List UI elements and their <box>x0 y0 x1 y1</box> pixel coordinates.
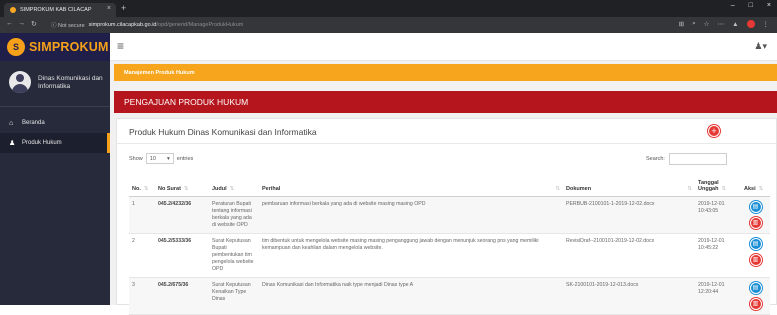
tab-close-icon[interactable]: × <box>107 5 111 12</box>
translate-icon[interactable]: ⊞ <box>679 20 684 28</box>
favicon-icon <box>10 7 16 13</box>
cell-no-surat: 045.2/5333/36 <box>155 233 209 278</box>
minimize-icon[interactable]: – <box>731 2 735 9</box>
extension-icon[interactable]: ⋯ <box>718 20 725 28</box>
product-panel: Produk Hukum Dinas Komunikasi dan Inform… <box>116 118 777 315</box>
table-row: 3 045.2/675/36 Surat Keputusan Kenaikan … <box>129 277 770 315</box>
search-label: Search: <box>646 156 665 162</box>
search-control: Search: <box>646 153 727 165</box>
chevron-down-icon: ▾ <box>167 155 170 162</box>
breadcrumb: Manajemen Produk Hukum <box>114 64 777 81</box>
bookmark-star-icon[interactable]: ☆ <box>704 20 710 28</box>
divider <box>117 143 776 144</box>
sidebar-profile: Dinas Komunikasi dan Informatika <box>0 61 110 107</box>
cell-no-surat: 045.2/4232/36 <box>155 196 209 234</box>
cell-perihal: pembaruan informasi berkala yang ada di … <box>259 196 563 234</box>
view-document-icon[interactable]: ▤ <box>749 282 762 294</box>
column-header-dokumen[interactable]: Dokumen ⇅ <box>563 176 695 197</box>
cell-dokumen: SK-2100101-2019-12-013.docx <box>563 277 695 315</box>
sidebar: Dinas Komunikasi dan Informatika ⌂ Beran… <box>0 61 110 305</box>
profile-icon[interactable] <box>746 20 755 28</box>
entries-value: 10 <box>149 155 156 162</box>
entries-select[interactable]: 10 ▾ <box>145 153 174 164</box>
tab-strip: SIMPROKUM KAB CILACAP × + – □ × <box>0 0 777 17</box>
cell-dokumen: RevisiDraf--2100101-2019-12-02.docx <box>563 233 695 278</box>
cell-tanggal: 2019-12-01 12:20:44 <box>695 277 741 315</box>
menu-dots-icon[interactable]: ⋮ <box>763 20 770 28</box>
reload-icon[interactable]: ↻ <box>31 20 37 28</box>
sidebar-item-produk-hukum[interactable]: ♟ Produk Hukum <box>0 133 110 153</box>
cell-aksi: ▤ ▥ <box>741 196 770 234</box>
cell-no: 3 <box>129 277 155 315</box>
column-header-aksi[interactable]: Aksi ⇅ <box>741 176 770 197</box>
product-table: No. ⇅ No Surat ⇅ Judul ⇅ Perihal ⇅ Dokumen ⇅ … <box>129 176 770 315</box>
cell-judul: Peraturan Bupati tentang informasi berka… <box>209 196 259 234</box>
show-label: Show <box>129 155 143 162</box>
column-header-no[interactable]: No. ⇅ <box>129 176 155 197</box>
toolbar-icons: ⊞ ⌕ ☆ ⋯ ▲ ⋮ <box>679 20 769 28</box>
main-content: Manajemen Produk Hukum PENGAJUAN PRODUK … <box>110 61 777 315</box>
new-tab-button[interactable]: + <box>121 3 126 13</box>
table-row: 2 045.2/5333/36 Surat Keputusan Bupati p… <box>129 233 770 278</box>
url-path: /opd/generid/ManageProdukHukum <box>156 22 244 28</box>
column-header-no-surat[interactable]: No Surat ⇅ <box>155 176 209 197</box>
back-icon[interactable]: ← <box>6 20 13 27</box>
panel-title: Produk Hukum Dinas Komunikasi dan Inform… <box>129 127 317 137</box>
user-icon: ♟ <box>9 140 16 147</box>
cell-aksi: ▤ ▥ <box>741 233 770 278</box>
security-indicator[interactable]: ⓘ Not secure <box>51 21 85 29</box>
cast-icon[interactable]: ▲ <box>732 21 738 28</box>
section-title: PENGAJUAN PRODUK HUKUM <box>114 91 777 113</box>
tab-title: SIMPROKUM KAB CILACAP <box>20 7 92 13</box>
cell-tanggal: 2019-12-01 10:45:22 <box>695 233 741 278</box>
window-controls: – □ × <box>731 2 771 9</box>
maximize-icon[interactable]: □ <box>749 2 753 9</box>
browser-toolbar: ← → ↻ ⓘ Not secure simprokum.cilacapkab.… <box>0 17 777 33</box>
column-header-judul[interactable]: Judul ⇅ <box>209 176 259 197</box>
sidebar-item-beranda[interactable]: ⌂ Beranda <box>0 113 110 133</box>
home-icon: ⌂ <box>9 119 14 127</box>
view-document-icon[interactable]: ▤ <box>749 201 762 213</box>
page-length-control: Show 10 ▾ entries <box>129 153 193 164</box>
brand-name: SIMPROKUM <box>29 40 109 54</box>
delete-icon[interactable]: ▥ <box>749 217 762 229</box>
sidebar-item-label: Produk Hukum <box>22 140 62 146</box>
cell-no: 2 <box>129 233 155 278</box>
column-header-tanggal[interactable]: Tanggal Unggah ⇅ <box>695 176 741 197</box>
browser-window: SIMPROKUM KAB CILACAP × + – □ × ← → ↻ ⓘ … <box>0 0 777 315</box>
address-bar[interactable]: ⓘ Not secure simprokum.cilacapkab.go.id … <box>47 19 687 31</box>
cell-judul: Surat Keputusan Bupati pembentukan tim p… <box>209 233 259 278</box>
avatar <box>9 71 31 93</box>
app-logo[interactable]: S SIMPROKUM <box>0 33 110 61</box>
table-row: 1 045.2/4232/36 Peraturan Bupati tentang… <box>129 196 770 234</box>
cell-no-surat: 045.2/675/36 <box>155 277 209 315</box>
cell-tanggal: 2019-12-01 10:43:05 <box>695 196 741 234</box>
url-host: simprokum.cilacapkab.go.id <box>88 22 157 28</box>
table-header-row: No. ⇅ No Surat ⇅ Judul ⇅ Perihal ⇅ Dokumen ⇅ … <box>129 176 770 197</box>
search-input[interactable] <box>668 153 727 165</box>
browser-tab[interactable]: SIMPROKUM KAB CILACAP × <box>4 3 116 17</box>
cell-perihal: Dinas Komunikasi dan Informatika naik ty… <box>259 277 563 315</box>
cell-aksi: ▤ ▥ <box>741 277 770 315</box>
forward-icon[interactable]: → <box>18 20 25 27</box>
zoom-icon[interactable]: ⌕ <box>692 20 696 28</box>
entries-label: entries <box>176 155 194 162</box>
app-header: S SIMPROKUM ≡ ♟▾ <box>0 33 777 61</box>
add-button[interactable]: + <box>708 125 720 137</box>
delete-icon[interactable]: ▥ <box>749 254 762 266</box>
cell-perihal: tim dibentuk untuk mengelola website mas… <box>259 233 563 278</box>
delete-icon[interactable]: ▥ <box>749 298 762 310</box>
sidebar-item-label: Beranda <box>22 120 45 126</box>
cell-judul: Surat Keputusan Kenaikan Type Dinas <box>209 277 259 315</box>
hamburger-menu-icon[interactable]: ≡ <box>117 40 124 52</box>
column-header-perihal[interactable]: Perihal ⇅ <box>259 176 563 197</box>
window-close-icon[interactable]: × <box>767 2 771 9</box>
cell-dokumen: PERBUB-2100101-1-2019-12-02.docx <box>563 196 695 234</box>
cell-no: 1 <box>129 196 155 234</box>
logo-badge-icon: S <box>7 38 25 56</box>
user-menu-icon[interactable]: ♟▾ <box>754 41 767 52</box>
view-document-icon[interactable]: ▤ <box>749 238 762 250</box>
profile-name: Dinas Komunikasi dan Informatika <box>38 75 103 90</box>
